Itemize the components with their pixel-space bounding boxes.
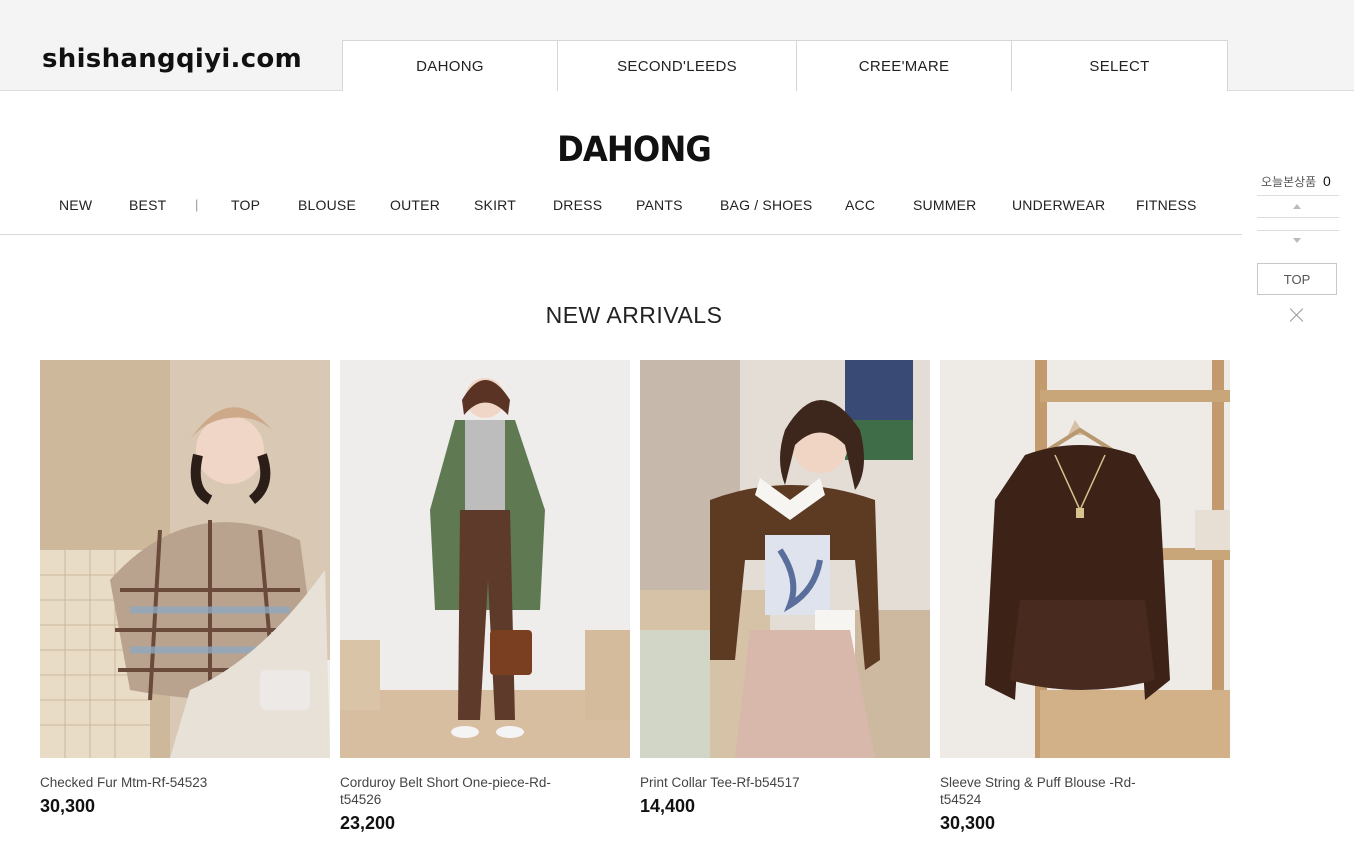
product-image[interactable] <box>340 360 630 758</box>
category-blouse[interactable]: BLOUSE <box>298 197 356 213</box>
close-icon[interactable] <box>1290 308 1304 322</box>
product-name[interactable]: Corduroy Belt Short One-piece-Rd-t54526 <box>340 774 575 808</box>
category-outer[interactable]: OUTER <box>390 197 440 213</box>
category-best[interactable]: BEST <box>129 197 166 213</box>
product-name[interactable]: Checked Fur Mtm-Rf-54523 <box>40 774 275 791</box>
divider <box>1257 195 1339 196</box>
category-acc[interactable]: ACC <box>845 197 875 213</box>
product-price: 23,200 <box>340 813 396 833</box>
brand-tab-secondleeds[interactable]: SECOND'LEEDS <box>558 41 797 91</box>
product-card[interactable]: Corduroy Belt Short One-piece-Rd-t54526 … <box>340 360 630 834</box>
category-top[interactable]: TOP <box>231 197 260 213</box>
product-price: 30,300 <box>940 813 996 833</box>
recently-viewed-count: 0 <box>1323 173 1331 189</box>
category-skirt[interactable]: SKIRT <box>474 197 516 213</box>
brand-tab-select[interactable]: SELECT <box>1012 41 1227 91</box>
brand-title[interactable]: DAHONG <box>51 130 1218 170</box>
product-price: 14,400 <box>640 796 696 816</box>
top-button[interactable]: TOP <box>1257 263 1337 295</box>
brand-tab-creemare[interactable]: CREE'MARE <box>797 41 1012 91</box>
site-logo[interactable]: shishangqiyi.com <box>42 44 302 74</box>
category-new[interactable]: NEW <box>59 197 92 213</box>
category-underwear[interactable]: UNDERWEAR <box>1012 197 1105 213</box>
scroll-down-arrow-icon[interactable] <box>1293 238 1301 243</box>
brand-tabs: DAHONG SECOND'LEEDS CREE'MARE SELECT <box>342 40 1228 91</box>
category-nav: NEW BEST | TOP BLOUSE OUTER SKIRT DRESS … <box>0 192 1242 235</box>
scroll-up-arrow-icon[interactable] <box>1293 204 1301 209</box>
brand-tab-dahong[interactable]: DAHONG <box>343 41 558 91</box>
product-price: 30,300 <box>40 796 96 816</box>
product-image[interactable] <box>40 360 330 758</box>
section-title: NEW ARRIVALS <box>545 302 723 328</box>
product-name[interactable]: Print Collar Tee-Rf-b54517 <box>640 774 875 791</box>
divider <box>1257 217 1339 218</box>
product-name[interactable]: Sleeve String & Puff Blouse -Rd-t54524 <box>940 774 1175 808</box>
category-dress[interactable]: DRESS <box>553 197 602 213</box>
product-card[interactable]: Checked Fur Mtm-Rf-54523 30,300 <box>40 360 330 817</box>
recently-viewed-label[interactable]: 오늘본상품 <box>1261 173 1316 190</box>
product-card[interactable]: Print Collar Tee-Rf-b54517 14,400 <box>640 360 930 817</box>
product-image[interactable] <box>940 360 1230 758</box>
category-bag-shoes[interactable]: BAG / SHOES <box>720 197 812 213</box>
top-bar: shishangqiyi.com DAHONG SECOND'LEEDS CRE… <box>0 0 1354 91</box>
category-pants[interactable]: PANTS <box>636 197 683 213</box>
category-fitness[interactable]: FITNESS <box>1136 197 1197 213</box>
divider <box>1257 230 1339 231</box>
product-card[interactable]: Sleeve String & Puff Blouse -Rd-t54524 3… <box>940 360 1230 834</box>
product-image[interactable] <box>640 360 930 758</box>
category-separator: | <box>195 197 199 212</box>
category-summer[interactable]: SUMMER <box>913 197 976 213</box>
